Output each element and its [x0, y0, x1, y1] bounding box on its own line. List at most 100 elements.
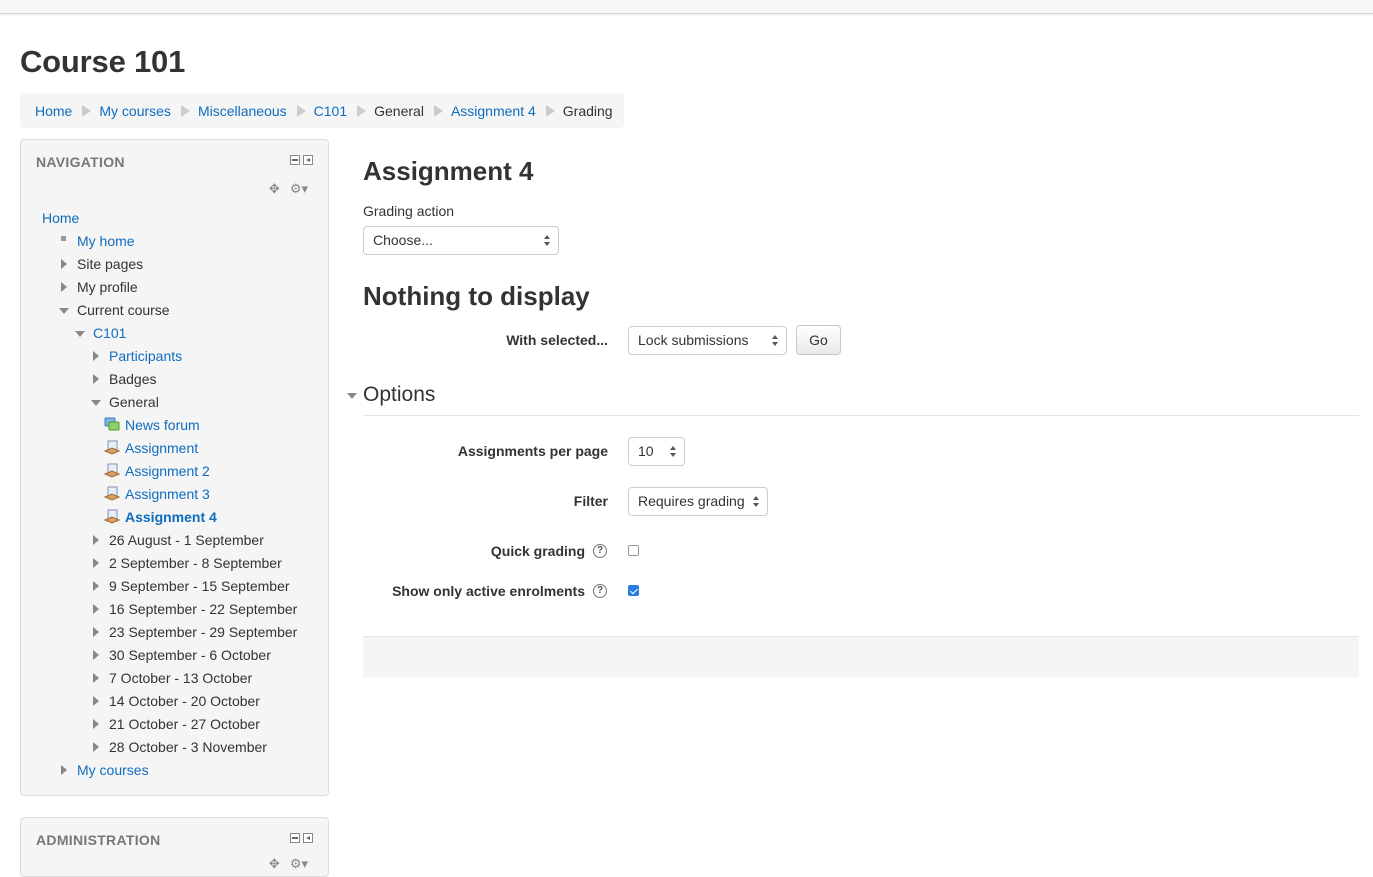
administration-block-tools: ✥ ⚙▾: [269, 856, 308, 872]
breadcrumb-separator-icon: [296, 104, 306, 117]
minus-icon[interactable]: [290, 155, 300, 165]
expand-triangle-icon[interactable]: [93, 696, 99, 706]
breadcrumb-item[interactable]: Assignment 4: [451, 103, 536, 119]
forum-icon: [104, 417, 120, 433]
expand-triangle-icon[interactable]: [93, 581, 99, 591]
administration-block-title: ADMINISTRATION: [36, 832, 161, 848]
collapse-triangle-icon[interactable]: [59, 308, 69, 314]
go-button[interactable]: Go: [796, 325, 841, 355]
select-arrows-icon: [670, 446, 678, 458]
collapse-triangle-icon: [347, 393, 357, 399]
minus-icon[interactable]: [290, 833, 300, 843]
nav-item-label: 21 October - 27 October: [109, 716, 260, 732]
filter-value: Requires grading: [638, 493, 745, 509]
nav-item-label: Site pages: [77, 256, 144, 272]
help-icon[interactable]: ?: [593, 544, 607, 558]
expand-triangle-icon[interactable]: [93, 673, 99, 683]
nav-item-label[interactable]: Assignment 3: [125, 486, 210, 503]
breadcrumb: Home My courses Miscellaneous C101 General As…: [20, 93, 624, 128]
grading-action-select[interactable]: Choose...: [363, 226, 559, 255]
filter-select[interactable]: Requires grading: [628, 487, 768, 516]
assignment-icon: [103, 440, 121, 456]
active-enrolments-checkbox[interactable]: [628, 585, 639, 596]
breadcrumb-separator-icon: [357, 104, 367, 117]
expand-triangle-icon[interactable]: [93, 558, 99, 568]
filter-label: Filter: [573, 493, 608, 509]
expand-triangle-icon[interactable]: [93, 627, 99, 637]
nav-item-label: 28 October - 3 November: [109, 739, 267, 755]
collapse-triangle-icon[interactable]: [75, 331, 85, 337]
nav-item-label: 9 September - 15 September: [109, 578, 290, 594]
move-icon[interactable]: ✥: [269, 856, 280, 872]
breadcrumb-item[interactable]: My courses: [99, 103, 171, 119]
nav-item-label[interactable]: Assignment 4: [125, 509, 217, 526]
breadcrumb-separator-icon: [433, 104, 443, 117]
nav-item-label[interactable]: Assignment 2: [125, 463, 210, 480]
options-legend-text: Options: [363, 383, 436, 406]
expand-triangle-icon[interactable]: [93, 719, 99, 729]
nav-item-label: 2 September - 8 September: [109, 555, 282, 571]
nav-item-label: General: [109, 394, 159, 410]
nothing-to-display-heading: Nothing to display: [363, 281, 590, 311]
breadcrumb-item[interactable]: Home: [35, 103, 72, 119]
assignments-per-page-label: Assignments per page: [457, 443, 608, 459]
nav-item-label[interactable]: News forum: [125, 417, 200, 434]
nav-item-label[interactable]: Assignment: [125, 440, 198, 457]
dock-icon[interactable]: [303, 155, 313, 165]
nav-item-label: 14 October - 20 October: [109, 693, 260, 709]
administration-block: ADMINISTRATION ✥ ⚙▾: [20, 817, 329, 877]
help-icon[interactable]: ?: [593, 584, 607, 598]
nav-item-label[interactable]: My home: [77, 233, 135, 250]
assignment-icon: [103, 463, 121, 479]
with-selected-select[interactable]: Lock submissions: [628, 326, 787, 355]
gear-icon[interactable]: ⚙▾: [290, 181, 308, 197]
administration-block-controls: [290, 833, 313, 843]
options-legend[interactable]: Options: [347, 383, 435, 407]
grading-action-label: Grading action: [363, 203, 455, 219]
expand-triangle-icon[interactable]: [93, 742, 99, 752]
select-arrows-icon: [544, 235, 552, 247]
breadcrumb-item: General: [374, 102, 424, 119]
bullet-icon: [61, 236, 66, 241]
collapse-triangle-icon[interactable]: [91, 400, 101, 406]
navigation-block-controls: [290, 155, 313, 165]
nav-item-label: 23 September - 29 September: [109, 624, 298, 640]
quick-grading-checkbox[interactable]: [628, 545, 639, 556]
with-selected-label: With selected...: [506, 332, 608, 348]
assignments-per-page-select[interactable]: 10: [628, 437, 685, 466]
nav-item-label: Badges: [109, 371, 157, 387]
dock-icon[interactable]: [303, 833, 313, 843]
nav-item-label: Current course: [77, 302, 170, 318]
breadcrumb-separator-icon: [545, 104, 555, 117]
breadcrumb-separator-icon: [180, 104, 190, 117]
expand-triangle-icon[interactable]: [93, 650, 99, 660]
navigation-block-tools: ✥ ⚙▾: [269, 181, 308, 197]
nav-item-label[interactable]: Home: [42, 210, 79, 227]
active-enrolments-label: Show only active enrolments: [392, 583, 585, 599]
nav-item-label: 16 September - 22 September: [109, 601, 298, 617]
expand-triangle-icon[interactable]: [61, 282, 67, 292]
expand-triangle-icon[interactable]: [93, 604, 99, 614]
expand-triangle-icon[interactable]: [61, 765, 67, 775]
nav-item-label[interactable]: My courses: [77, 762, 149, 779]
assignment-heading: Assignment 4: [363, 156, 534, 186]
nav-item-label: 7 October - 13 October: [109, 670, 253, 686]
expand-triangle-icon[interactable]: [61, 259, 67, 269]
breadcrumb-separator-icon: [82, 104, 92, 117]
grading-action-value: Choose...: [373, 232, 433, 248]
expand-triangle-icon[interactable]: [93, 351, 99, 361]
gear-icon[interactable]: ⚙▾: [290, 856, 308, 872]
nav-item-label: My profile: [77, 279, 138, 295]
breadcrumb-item[interactable]: Miscellaneous: [198, 103, 287, 119]
nav-item-label[interactable]: C101: [93, 325, 126, 342]
move-icon[interactable]: ✥: [269, 181, 280, 197]
assignment-icon: [103, 509, 121, 525]
expand-triangle-icon[interactable]: [93, 374, 99, 384]
navigation-block-title: NAVIGATION: [36, 154, 125, 170]
page-title: Course 101: [20, 44, 186, 79]
assignment-icon: [103, 486, 121, 502]
nav-item-label[interactable]: Participants: [109, 348, 182, 365]
breadcrumb-item[interactable]: C101: [314, 103, 347, 119]
quick-grading-label: Quick grading: [490, 543, 585, 559]
expand-triangle-icon[interactable]: [93, 535, 99, 545]
